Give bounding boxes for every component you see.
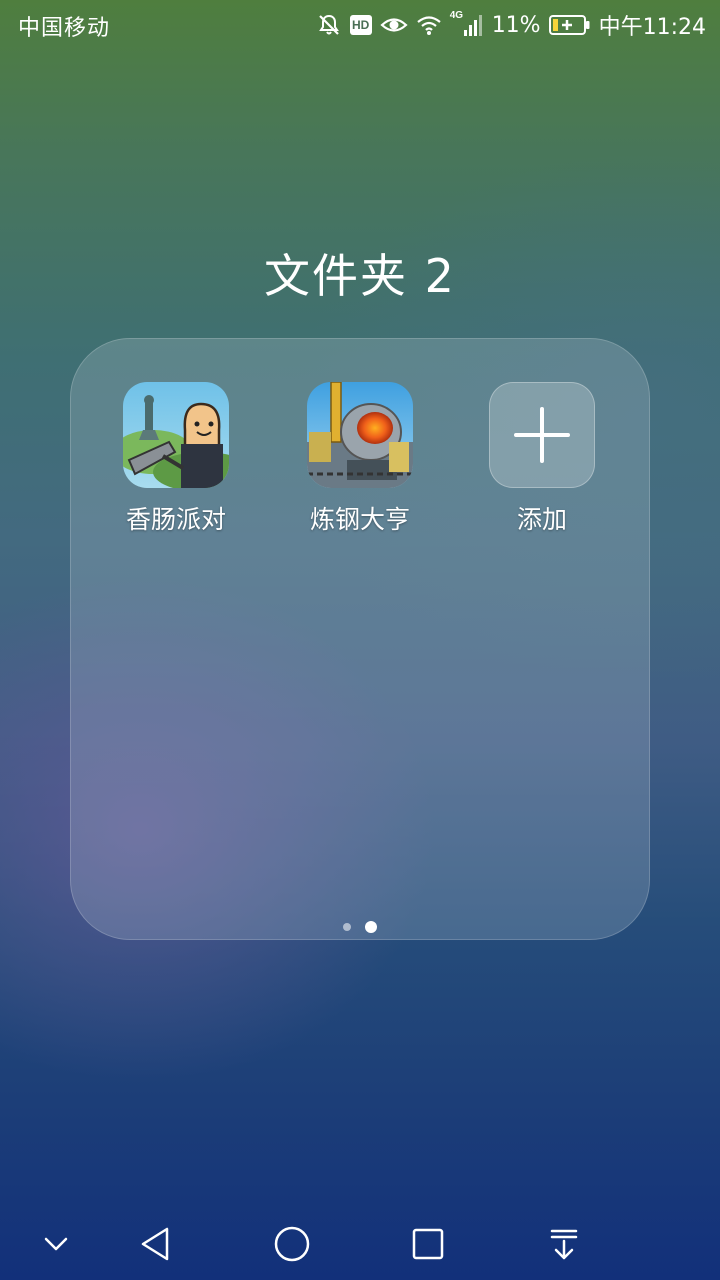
folder-title[interactable]: 文件夹 2 [0, 240, 720, 306]
chevron-down-icon [44, 1237, 68, 1251]
back-icon [141, 1227, 169, 1261]
folder-panel: 香肠派对 炼钢大亨 添加 [70, 338, 650, 940]
add-tile[interactable] [489, 382, 595, 488]
app-label: 香肠派对 [125, 505, 226, 534]
page-dot-active[interactable] [365, 921, 377, 933]
carrier-name: 中国移动 [18, 16, 111, 41]
app-sausage-party[interactable]: 香肠派对 [101, 382, 251, 536]
wifi-icon [416, 14, 442, 36]
clock: 中午11:24 [598, 15, 706, 40]
plus-icon [514, 407, 570, 463]
battery-percent: 11% [491, 12, 541, 38]
home-icon [274, 1226, 310, 1262]
mute-icon [316, 12, 342, 38]
add-app-button[interactable]: 添加 [467, 382, 617, 536]
recents-icon [412, 1228, 444, 1260]
status-icons: HD 4G 11% 中午11:24 [316, 8, 706, 42]
notification-pull-icon [550, 1229, 578, 1260]
app-steel-tycoon[interactable]: 炼钢大亨 [285, 382, 435, 536]
back-button[interactable] [131, 1222, 181, 1266]
recents-button[interactable] [403, 1222, 453, 1266]
page-indicator [70, 920, 650, 934]
sausage-party-app-icon[interactable] [123, 382, 229, 488]
home-button[interactable] [267, 1222, 317, 1266]
eye-icon [380, 14, 408, 36]
battery-charging-icon [548, 14, 591, 36]
status-bar: 中国移动 HD 4G 11% 中午11:24 [0, 0, 720, 50]
navigation-bar [0, 1208, 720, 1280]
steel-tycoon-app-icon[interactable] [307, 382, 413, 488]
hd-icon: HD [349, 15, 372, 35]
signal-icon: 4G [450, 10, 484, 38]
page-dot[interactable] [343, 923, 351, 931]
notification-pull-button[interactable] [539, 1222, 589, 1266]
app-label: 添加 [516, 505, 567, 534]
app-label: 炼钢大亨 [309, 505, 410, 534]
collapse-nav-button[interactable] [31, 1222, 81, 1266]
